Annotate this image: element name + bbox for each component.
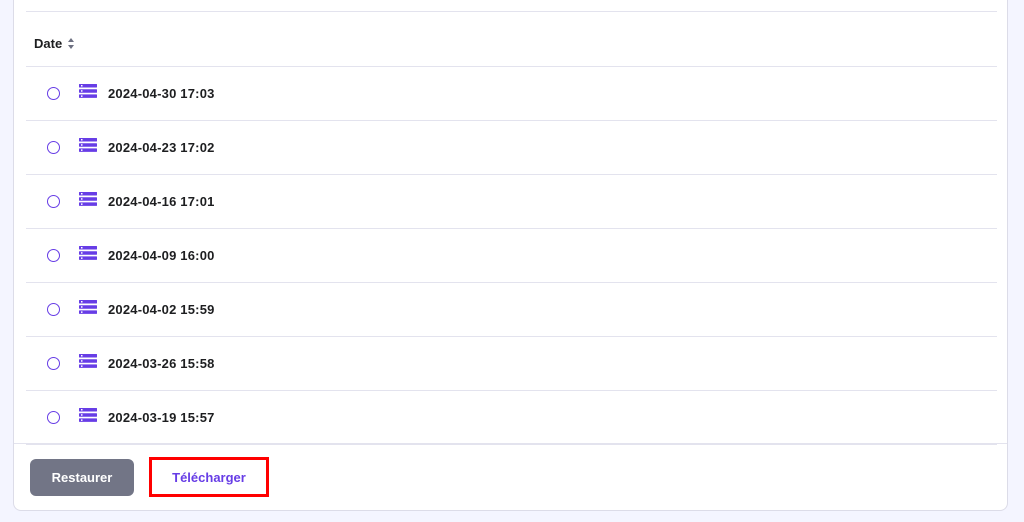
backup-date: 2024-04-30 17:03: [108, 86, 215, 101]
database-icon: [79, 138, 97, 152]
date-header-label: Date: [34, 35, 63, 51]
database-icon: [79, 246, 97, 260]
restore-button[interactable]: Restaurer: [30, 459, 134, 496]
date-column-header[interactable]: Date: [34, 35, 75, 51]
table-row[interactable]: 2024-04-30 17:03: [26, 67, 997, 121]
database-icon: [79, 300, 97, 314]
backup-list: 2024-04-30 17:03 2024-04-23 17:02 2024-0…: [26, 67, 997, 445]
sort-icon[interactable]: [67, 37, 75, 49]
table-row[interactable]: 2024-03-19 15:57: [26, 391, 997, 445]
database-icon: [79, 408, 97, 422]
download-button[interactable]: Télécharger: [149, 457, 269, 497]
backup-radio[interactable]: [47, 87, 60, 100]
footer-divider: [14, 443, 1007, 444]
table-row[interactable]: 2024-04-16 17:01: [26, 175, 997, 229]
table-row[interactable]: 2024-04-02 15:59: [26, 283, 997, 337]
backup-date: 2024-04-23 17:02: [108, 140, 215, 155]
backup-date: 2024-04-09 16:00: [108, 248, 215, 263]
backup-date: 2024-03-19 15:57: [108, 410, 215, 425]
backup-date: 2024-03-26 15:58: [108, 356, 215, 371]
backup-radio[interactable]: [47, 357, 60, 370]
backup-radio[interactable]: [47, 303, 60, 316]
backup-radio[interactable]: [47, 411, 60, 424]
table-row[interactable]: 2024-04-09 16:00: [26, 229, 997, 283]
backup-date: 2024-04-16 17:01: [108, 194, 215, 209]
backup-radio[interactable]: [47, 249, 60, 262]
backup-radio[interactable]: [47, 141, 60, 154]
backups-card: Date 2024-04-30 17:03 2024-04-23 17:02 2…: [13, 0, 1008, 511]
table-row[interactable]: 2024-04-23 17:02: [26, 121, 997, 175]
table-row[interactable]: 2024-03-26 15:58: [26, 337, 997, 391]
database-icon: [79, 354, 97, 368]
database-icon: [79, 84, 97, 98]
backup-radio[interactable]: [47, 195, 60, 208]
database-icon: [79, 192, 97, 206]
backup-date: 2024-04-02 15:59: [108, 302, 215, 317]
top-divider: [26, 11, 997, 12]
